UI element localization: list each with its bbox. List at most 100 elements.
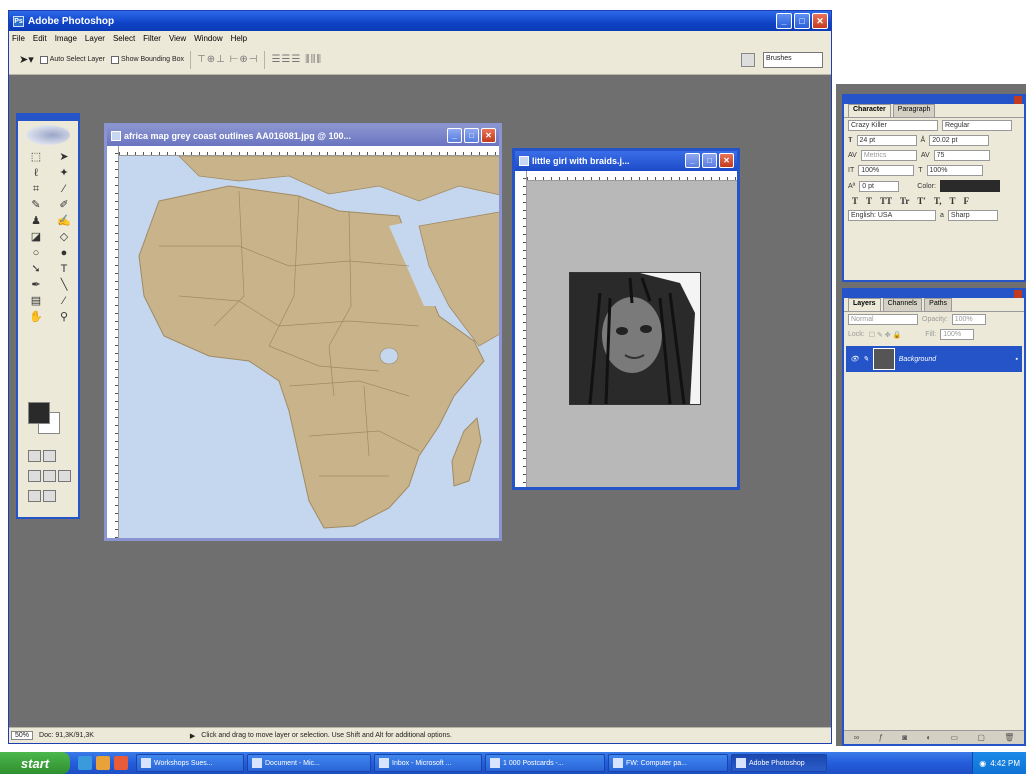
taskbar-item-document[interactable]: Document - Mic... [247, 754, 371, 772]
anti-alias-select[interactable]: Sharp [947, 210, 998, 221]
magic-wand-icon[interactable]: ✦ [52, 166, 76, 181]
quick-mask-icon[interactable] [43, 450, 56, 462]
screen-mode-buttons[interactable] [28, 470, 71, 482]
foreground-color-swatch[interactable] [28, 402, 50, 424]
horizontal-ruler[interactable] [527, 171, 737, 181]
line-tool-icon[interactable]: ╲ [52, 278, 76, 293]
paint-bucket-icon[interactable]: ◇ [52, 230, 76, 245]
text-color-swatch[interactable] [939, 180, 1000, 192]
maximize-button[interactable]: □ [794, 13, 810, 29]
pen-tool-icon[interactable]: ✒ [24, 278, 48, 293]
menu-file[interactable]: File [12, 34, 25, 43]
vertical-ruler[interactable] [107, 146, 119, 538]
quick-mask-buttons[interactable] [28, 450, 56, 462]
menu-view[interactable]: View [169, 34, 186, 43]
brush-link-icon[interactable]: ✎ [863, 355, 869, 363]
blend-mode-select[interactable]: Normal [848, 314, 918, 325]
path-select-icon[interactable]: ➘ [24, 262, 48, 277]
lock-icons[interactable]: ☐ ✎ ✥ 🔒 [869, 331, 902, 339]
imageready-icon[interactable] [28, 490, 41, 502]
screen-mode-full-menu-icon[interactable] [43, 470, 56, 482]
doc-minimize-button[interactable]: _ [685, 153, 700, 168]
visibility-eye-icon[interactable]: 👁 [850, 355, 859, 363]
show-bounding-box-checkbox[interactable]: Show Bounding Box [111, 55, 184, 64]
small-caps-button[interactable]: Tr [900, 196, 909, 206]
crop-tool-icon[interactable]: ⌗ [24, 182, 48, 197]
history-brush-icon[interactable]: ✍ [52, 214, 76, 229]
move-tool-icon[interactable]: ➤▾ [19, 53, 34, 66]
menu-window[interactable]: Window [194, 34, 222, 43]
minimize-button[interactable]: _ [776, 13, 792, 29]
menu-filter[interactable]: Filter [143, 34, 161, 43]
layer-row-background[interactable]: 👁 ✎ Background ▪ [846, 346, 1022, 372]
lasso-tool-icon[interactable]: ℓ [24, 166, 48, 181]
menu-image[interactable]: Image [55, 34, 77, 43]
menu-edit[interactable]: Edit [33, 34, 47, 43]
hand-tool-icon[interactable]: ✋ [24, 310, 48, 325]
photo-canvas[interactable] [527, 181, 737, 487]
eyedropper-icon[interactable]: ⁄ [52, 294, 76, 309]
outlook-icon[interactable] [96, 756, 110, 770]
taskbar-item-photoshop[interactable]: Adobe Photoshop [731, 754, 827, 772]
horizontal-scale-field[interactable]: 100% [926, 165, 983, 176]
clone-stamp-icon[interactable]: ♟ [24, 214, 48, 229]
jump-to-imageready[interactable] [28, 490, 56, 502]
auto-select-layer-checkbox[interactable]: Auto Select Layer [39, 55, 105, 64]
font-style-select[interactable]: Regular [942, 120, 1012, 131]
adobe-feather-logo[interactable] [26, 125, 70, 145]
palette-well-icon[interactable] [741, 53, 755, 67]
distribute-buttons[interactable]: ☰☰☰ ⫼⫼⫼ [271, 54, 321, 65]
tray-icon[interactable]: ◉ [979, 759, 986, 768]
brushes-tab[interactable]: Brushes [763, 52, 823, 68]
zoom-field[interactable]: 50% [11, 731, 34, 740]
tab-character[interactable]: Character [848, 104, 891, 117]
opacity-field[interactable]: 100% [951, 314, 986, 325]
move-tool-icon[interactable]: ➤ [52, 150, 76, 165]
layer-style-icon[interactable]: ƒ [879, 733, 883, 742]
imageready-icon[interactable] [43, 490, 56, 502]
africa-map-canvas[interactable] [119, 156, 499, 538]
tab-paths[interactable]: Paths [924, 298, 953, 311]
brush-tool-icon[interactable]: ✐ [52, 198, 76, 213]
kerning-field[interactable]: Metrics [860, 150, 917, 161]
palette-header[interactable] [844, 96, 1024, 104]
strikethrough-button[interactable]: F [964, 196, 970, 206]
superscript-button[interactable]: T' [917, 196, 926, 206]
screen-mode-standard-icon[interactable] [28, 470, 41, 482]
close-button[interactable]: ✕ [812, 13, 828, 29]
ie-icon[interactable] [78, 756, 92, 770]
fill-field[interactable]: 100% [940, 329, 975, 340]
dodge-tool-icon[interactable]: ● [52, 246, 76, 261]
vertical-scale-field[interactable]: 100% [858, 165, 915, 176]
palette-header[interactable] [844, 290, 1024, 298]
taskbar-item-fw-computer[interactable]: FW: Computer pa... [608, 754, 728, 772]
notes-tool-icon[interactable]: ▤ [24, 294, 48, 309]
taskbar-item-postcards[interactable]: 1 000 Postcards -... [485, 754, 605, 772]
all-caps-button[interactable]: TT [880, 196, 892, 206]
faux-bold-button[interactable]: T [852, 196, 858, 206]
palette-close-icon[interactable] [1014, 96, 1022, 104]
menu-help[interactable]: Help [231, 34, 247, 43]
font-family-select[interactable]: Crazy Killer [848, 120, 938, 131]
photo-document-title-bar[interactable]: little girl with braids.j... _ □ ✕ [515, 151, 737, 171]
standard-mode-icon[interactable] [28, 450, 41, 462]
mask-icon[interactable]: ◙ [902, 733, 907, 742]
link-icon[interactable]: ∞ [854, 733, 860, 742]
doc-minimize-button[interactable]: _ [447, 128, 462, 143]
underline-button[interactable]: T [950, 196, 956, 206]
marquee-tool-icon[interactable]: ⬚ [24, 150, 48, 165]
trash-icon[interactable]: 🗑 [1004, 733, 1014, 742]
type-tool-icon[interactable]: T [52, 262, 76, 277]
taskbar-item-workshops[interactable]: Workshops Sues... [136, 754, 244, 772]
doc-maximize-button[interactable]: □ [702, 153, 717, 168]
photo-document-window[interactable]: little girl with braids.j... _ □ ✕ [512, 148, 740, 490]
horizontal-ruler[interactable] [119, 146, 499, 156]
adjustment-icon[interactable]: ◐ [926, 733, 931, 742]
zoom-tool-icon[interactable]: ⚲ [52, 310, 76, 325]
vertical-ruler[interactable] [515, 171, 527, 487]
new-layer-icon[interactable]: ▢ [977, 733, 985, 742]
title-bar[interactable]: Ps Adobe Photoshop _ □ ✕ [9, 11, 831, 31]
slice-tool-icon[interactable]: ⁄ [52, 182, 76, 197]
map-document-title-bar[interactable]: africa map grey coast outlines AA016081.… [107, 126, 499, 146]
tracking-field[interactable]: 75 [933, 150, 990, 161]
